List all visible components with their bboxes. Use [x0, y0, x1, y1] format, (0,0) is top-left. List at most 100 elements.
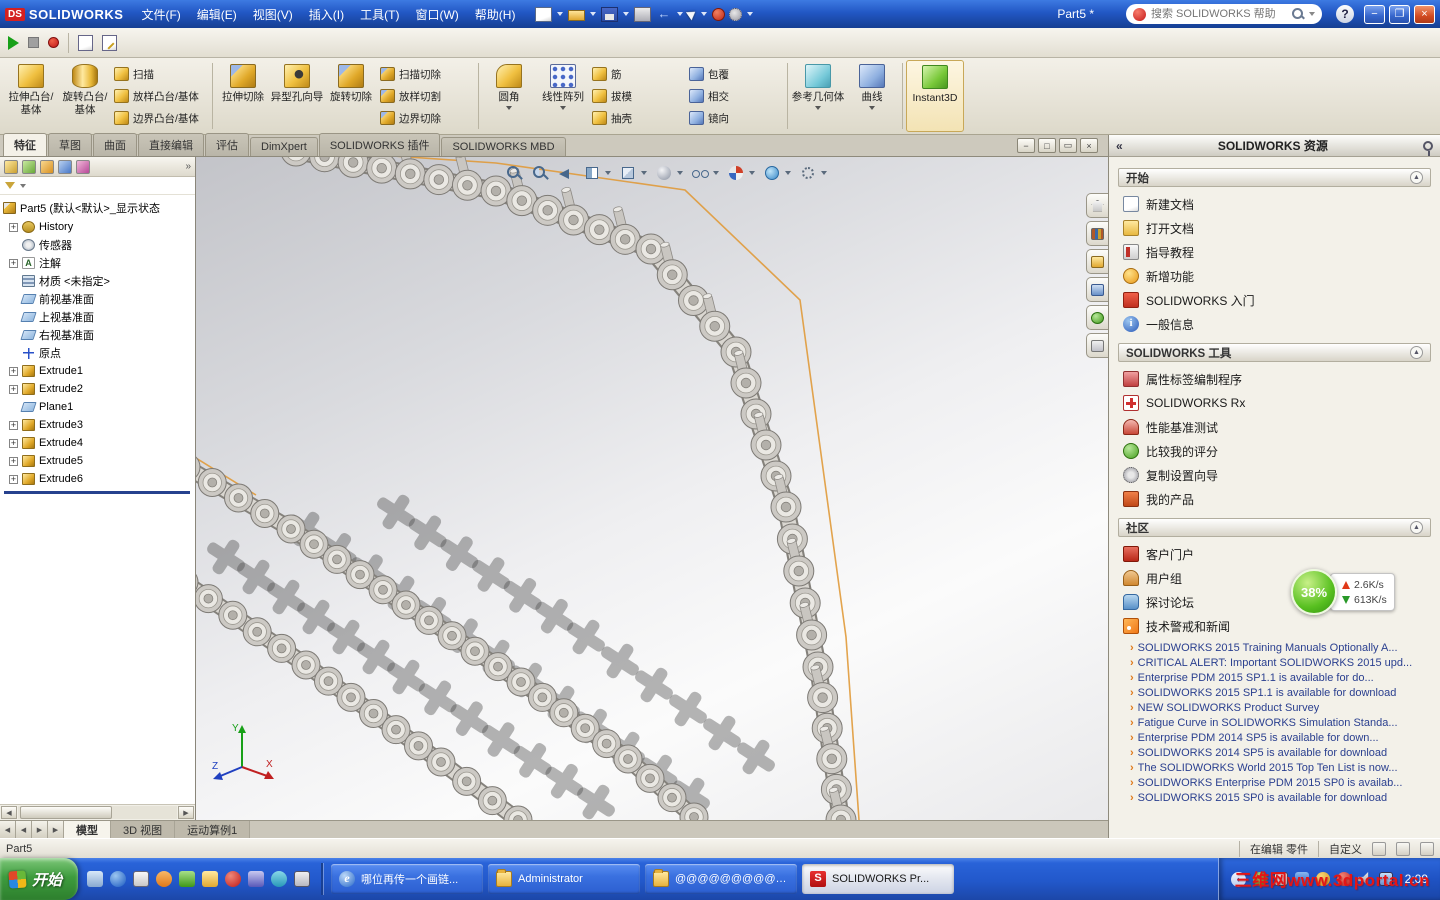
collapse-pane-icon[interactable]: [1116, 139, 1123, 153]
view-tab[interactable]: 3D 视图: [111, 821, 176, 838]
internet-explorer-icon[interactable]: [110, 871, 127, 887]
taskpane-item[interactable]: 性能基准测试: [1118, 415, 1431, 439]
view-tab[interactable]: 运动算例1: [175, 821, 251, 838]
revolve-cut-button[interactable]: 旋转切除: [324, 60, 378, 132]
appearance-caret-icon[interactable]: [749, 171, 755, 175]
stop-macro-icon[interactable]: [28, 37, 39, 48]
revolve-boss-button[interactable]: 旋转凸台/基体: [58, 60, 112, 132]
news-link[interactable]: SOLIDWORKS Enterprise PDM 2015 SP0 is av…: [1130, 775, 1431, 790]
minimize-button[interactable]: −: [1364, 4, 1385, 24]
section-caret-icon[interactable]: [605, 171, 611, 175]
view-settings-caret-icon[interactable]: [821, 171, 827, 175]
command-tab[interactable]: 评估: [205, 133, 249, 156]
extrude-cut-button[interactable]: 拉伸切除: [216, 60, 270, 132]
feature-tree-item[interactable]: 原点: [0, 344, 195, 362]
close-button[interactable]: ×: [1414, 4, 1435, 24]
extrude-boss-button[interactable]: 拉伸凸台/基体: [4, 60, 58, 132]
menu-item[interactable]: 插入(I): [301, 2, 352, 27]
news-link[interactable]: SOLIDWORKS 2015 SP0 is available for dow…: [1130, 790, 1431, 805]
model-chain-canvas[interactable]: [196, 157, 1108, 820]
taskpane-item[interactable]: 指导教程: [1118, 240, 1431, 264]
expand-toggle[interactable]: [9, 420, 18, 430]
play-macro-icon[interactable]: [8, 35, 19, 50]
taskpane-item[interactable]: 技术警戒和新闻: [1118, 614, 1431, 638]
loft-button[interactable]: 放样凸台/基体: [114, 86, 207, 107]
feature-tree-item[interactable]: 右视基准面: [0, 326, 195, 344]
fillet-button[interactable]: 圆角: [482, 60, 536, 132]
help-search-box[interactable]: [1126, 4, 1322, 24]
intersect-button[interactable]: 相交: [689, 86, 782, 107]
edit-appearance-icon[interactable]: [727, 164, 745, 182]
help-search-input[interactable]: [1151, 8, 1287, 20]
restore-button[interactable]: ❐: [1389, 4, 1410, 24]
feature-tree-item[interactable]: Extrude2: [0, 380, 195, 398]
curves-dropdown-caret-icon[interactable]: [869, 105, 875, 110]
network-monitor-widget[interactable]: 38% 2.6K/s 613K/s: [1291, 569, 1395, 615]
media-player-icon[interactable]: [156, 871, 173, 887]
news-link[interactable]: SOLIDWORKS 2014 SP5 is available for dow…: [1130, 745, 1431, 760]
expand-toggle[interactable]: [9, 438, 18, 448]
show-desktop-icon[interactable]: [87, 871, 104, 887]
rib-button[interactable]: 筋: [592, 64, 685, 85]
loft-cut-button[interactable]: 放样切割: [380, 86, 473, 107]
menu-item[interactable]: 帮助(H): [467, 2, 524, 27]
record-macro-icon[interactable]: [48, 37, 59, 48]
sweep-cut-button[interactable]: 扫描切除: [380, 64, 473, 85]
news-link[interactable]: CRITICAL ALERT: Important SOLIDWORKS 201…: [1130, 655, 1431, 670]
tab-scroll-last-icon[interactable]: ▶: [48, 821, 64, 838]
status-custom[interactable]: 自定义: [1318, 840, 1362, 857]
view-settings-icon[interactable]: [799, 164, 817, 182]
app-shortcut-teal-icon[interactable]: [271, 871, 288, 887]
taskpane-item[interactable]: 复制设置向导: [1118, 463, 1431, 487]
view-orientation-icon[interactable]: [619, 164, 637, 182]
news-link[interactable]: NEW SOLIDWORKS Product Survey: [1130, 700, 1431, 715]
scroll-left-icon[interactable]: ◀: [1, 806, 17, 819]
display-manager-tab-icon[interactable]: [76, 159, 90, 174]
task-button[interactable]: Administrator: [488, 864, 641, 894]
feature-tree-root[interactable]: Part5 (默认<默认>_显示状态: [0, 198, 195, 218]
feature-tree-item[interactable]: 上视基准面: [0, 308, 195, 326]
menu-item[interactable]: 视图(V): [245, 2, 301, 27]
doc-tile-icon[interactable]: ▭: [1059, 138, 1077, 153]
display-style-caret-icon[interactable]: [677, 171, 683, 175]
boundary-boss-button[interactable]: 边界凸台/基体: [114, 108, 207, 129]
menu-item[interactable]: 文件(F): [133, 2, 188, 27]
news-link[interactable]: SOLIDWORKS 2015 SP1.1 is available for d…: [1130, 685, 1431, 700]
new-macro-icon[interactable]: [78, 34, 93, 51]
display-style-icon[interactable]: [655, 164, 673, 182]
orientation-caret-icon[interactable]: [641, 171, 647, 175]
taskpane-item[interactable]: 客户门户: [1118, 542, 1431, 566]
my-documents-icon[interactable]: [133, 871, 150, 887]
previous-view-icon[interactable]: [557, 164, 575, 182]
edit-macro-icon[interactable]: [102, 34, 117, 51]
news-link[interactable]: Enterprise PDM 2014 SP5 is available for…: [1130, 730, 1431, 745]
reference-geometry-button[interactable]: 参考几何体: [791, 60, 845, 132]
shell-button[interactable]: 抽壳: [592, 108, 685, 129]
feature-tree-item[interactable]: 传感器: [0, 236, 195, 254]
section-collapse-icon[interactable]: [1410, 346, 1423, 359]
scene-caret-icon[interactable]: [785, 171, 791, 175]
section-view-icon[interactable]: [583, 164, 601, 182]
refgeo-dropdown-caret-icon[interactable]: [815, 105, 821, 110]
mirror-button[interactable]: 镜向: [689, 108, 782, 129]
pin-icon[interactable]: [1423, 140, 1433, 156]
menu-item[interactable]: 窗口(W): [407, 2, 466, 27]
task-pane-toggle-icon[interactable]: [1420, 841, 1434, 856]
view-tab[interactable]: 模型: [64, 821, 111, 838]
more-tabs-icon[interactable]: »: [185, 161, 191, 172]
options-icon[interactable]: [729, 7, 743, 21]
feature-tree-item[interactable]: Extrude6: [0, 470, 195, 488]
select-cursor-icon[interactable]: [686, 7, 699, 21]
hole-wizard-button[interactable]: 异型孔向导: [270, 60, 324, 132]
app-shortcut-gray-icon[interactable]: [294, 871, 311, 887]
new-document-icon[interactable]: [535, 6, 553, 22]
feature-tree-item[interactable]: 前视基准面: [0, 290, 195, 308]
draft-button[interactable]: 拔模: [592, 86, 685, 107]
command-tab[interactable]: SOLIDWORKS 插件: [318, 133, 441, 156]
section-header-tools[interactable]: SOLIDWORKS 工具: [1118, 343, 1431, 362]
hide-show-items-icon[interactable]: [691, 164, 709, 182]
graphics-viewport[interactable]: Y X Z: [196, 157, 1108, 820]
section-collapse-icon[interactable]: [1410, 521, 1423, 534]
section-header-community[interactable]: 社区: [1118, 518, 1431, 537]
select-dropdown-caret-icon[interactable]: [701, 12, 708, 16]
